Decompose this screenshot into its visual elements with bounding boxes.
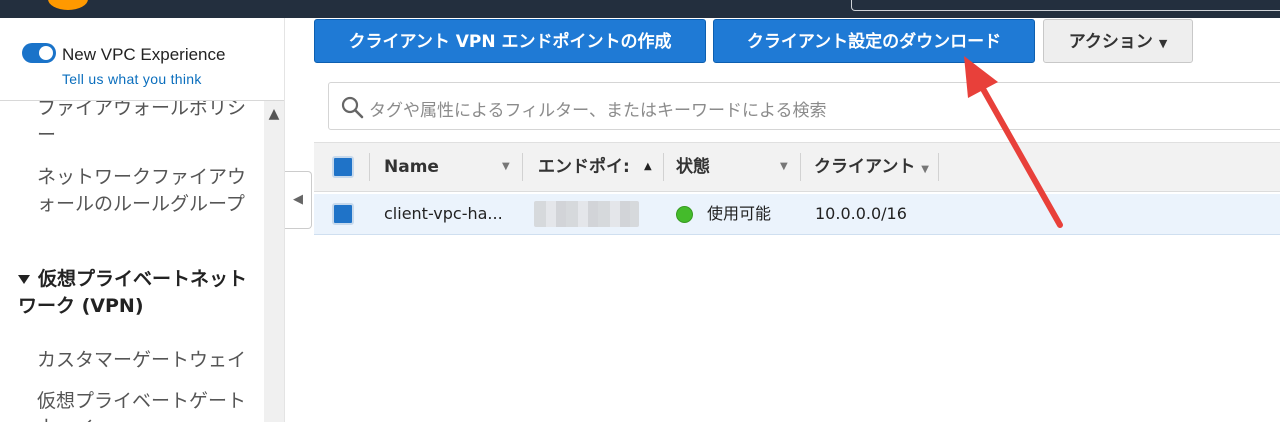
row-checkbox[interactable] <box>332 203 354 225</box>
sidebar-item-customer-gateways[interactable]: カスタマーゲートウェイ <box>37 347 262 374</box>
feedback-link[interactable]: Tell us what you think <box>62 71 202 87</box>
sidebar-nav-list: ファイアウォールポリシー ネットワークファイアウォールのルールグループ 仮想プラ… <box>0 101 264 422</box>
column-header-label: 状態 <box>676 157 710 177</box>
column-header-endpoint[interactable]: エンドポイ: ▲ <box>538 143 663 191</box>
toggle-knob <box>39 46 53 60</box>
chevron-down-icon: ▼ <box>1158 37 1168 50</box>
sidebar-section-label: 仮想プライベートネットワーク (VPN) <box>18 268 248 317</box>
new-vpc-experience-toggle[interactable] <box>22 43 56 63</box>
new-vpc-experience-label: New VPC Experience <box>62 45 226 64</box>
sidebar-scrollbar[interactable] <box>264 101 284 422</box>
annotation-arrow-icon <box>964 56 1063 228</box>
sort-down-icon: ▼ <box>502 161 510 172</box>
top-navigation-bar <box>0 0 1280 18</box>
redacted-endpoint-id <box>534 201 639 227</box>
table-header: Name ▼ エンドポイ: ▲ 状態 ▼ クライアント ▼ <box>314 142 1280 192</box>
sort-down-icon: ▼ <box>921 164 929 175</box>
column-divider <box>522 153 523 181</box>
column-divider <box>800 153 801 181</box>
column-header-label: Name <box>384 157 439 177</box>
row-status-label: 使用可能 <box>707 204 772 223</box>
aws-logo-icon[interactable] <box>48 0 88 10</box>
column-header-label: クライアント <box>814 157 916 177</box>
create-client-vpn-endpoint-button[interactable]: クライアント VPN エンドポイントの作成 <box>314 19 706 63</box>
sort-up-icon: ▲ <box>644 161 652 172</box>
column-divider <box>938 153 939 181</box>
column-divider <box>369 153 370 181</box>
sidebar-item-virtual-private-gateways[interactable]: 仮想プライベートゲートウェイ <box>37 388 262 422</box>
row-name[interactable]: client-vpc-ha... <box>384 194 503 234</box>
sidebar: New VPC Experience Tell us what you thin… <box>0 18 285 422</box>
filter-placeholder: タグや属性によるフィルター、またはキーワードによる検索 <box>369 101 827 121</box>
column-header-status[interactable]: 状態 ▼ <box>676 143 800 191</box>
select-all-checkbox[interactable] <box>332 156 354 178</box>
global-search-input[interactable] <box>851 0 1280 11</box>
row-client-cidr: 10.0.0.0/16 <box>815 204 907 223</box>
column-divider <box>663 153 664 181</box>
filter-search-bar[interactable]: タグや属性によるフィルター、またはキーワードによる検索 <box>328 82 1280 130</box>
status-available-icon <box>676 206 693 223</box>
column-header-client[interactable]: クライアント ▼ <box>814 143 938 191</box>
sort-down-icon: ▼ <box>780 161 788 172</box>
collapse-sidebar-button[interactable]: ◀ <box>285 171 312 229</box>
row-status: 使用可能 <box>676 194 771 234</box>
chevron-up-icon[interactable]: ▲ <box>264 104 284 124</box>
column-header-name[interactable]: Name ▼ <box>384 143 522 191</box>
sidebar-section-vpn[interactable]: 仮想プライベートネットワーク (VPN) <box>18 266 264 320</box>
table-row[interactable]: client-vpc-ha... 使用可能 10.0.0.0/16 <box>314 194 1280 235</box>
column-header-label: エンドポイ: <box>538 157 630 177</box>
chevron-left-icon: ◀ <box>293 192 303 207</box>
sidebar-item-firewall-policies[interactable]: ファイアウォールポリシー <box>37 101 262 149</box>
sidebar-item-firewall-rule-groups[interactable]: ネットワークファイアウォールのルールグループ <box>37 164 262 218</box>
actions-button-label: アクション <box>1068 32 1153 52</box>
caret-down-icon <box>18 275 30 284</box>
search-icon <box>341 96 364 119</box>
